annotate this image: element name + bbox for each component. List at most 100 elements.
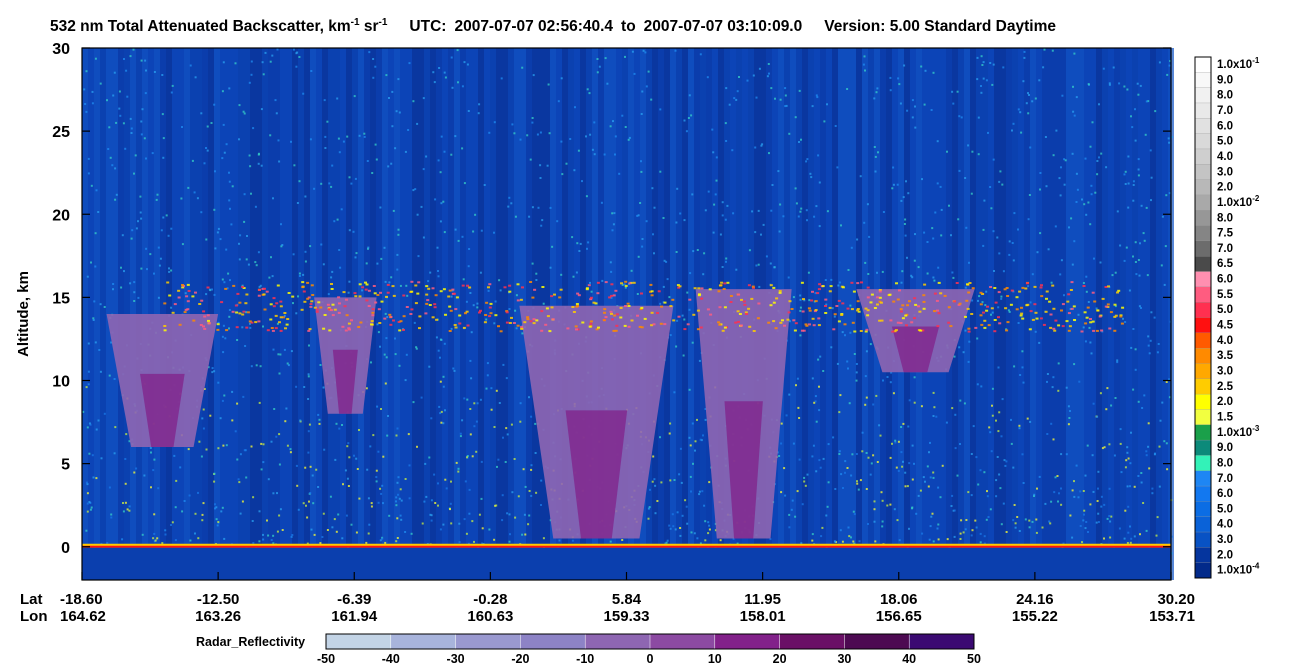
speckle bbox=[322, 263, 325, 266]
speckle bbox=[813, 215, 816, 218]
speckle bbox=[457, 81, 459, 84]
cirrus-pixel bbox=[431, 287, 435, 290]
speckle bbox=[924, 480, 926, 483]
speckle bbox=[1061, 94, 1064, 97]
speckle bbox=[1134, 261, 1137, 263]
speckle bbox=[479, 271, 482, 274]
speckle bbox=[539, 131, 542, 134]
speckle bbox=[707, 532, 710, 535]
cirrus-pixel bbox=[466, 324, 470, 327]
speckle bbox=[1042, 66, 1045, 69]
colorbar-swatch bbox=[1194, 240, 1212, 257]
cirrus-pixel bbox=[1101, 297, 1105, 300]
speckle bbox=[505, 377, 508, 380]
speckle bbox=[679, 527, 682, 529]
speckle bbox=[671, 513, 674, 516]
cirrus-pixel bbox=[307, 329, 311, 332]
speckle bbox=[962, 351, 965, 354]
speckle bbox=[1137, 93, 1140, 96]
speckle bbox=[133, 471, 136, 474]
speckle bbox=[99, 370, 102, 373]
speckle bbox=[146, 268, 148, 271]
speckle bbox=[392, 209, 395, 212]
speckle bbox=[989, 508, 992, 511]
speckle bbox=[1136, 82, 1139, 85]
speckle bbox=[758, 285, 761, 288]
speckle bbox=[811, 533, 814, 536]
speckle bbox=[209, 414, 212, 417]
lon-tick-label: 156.65 bbox=[876, 608, 922, 625]
speckle bbox=[1108, 515, 1111, 517]
speckle bbox=[437, 504, 439, 507]
speckle bbox=[549, 266, 552, 269]
colorbar-label: 7.0 bbox=[1217, 105, 1233, 117]
cirrus-pixel bbox=[270, 327, 274, 329]
speckle bbox=[97, 419, 100, 422]
cirrus-pixel bbox=[276, 284, 280, 287]
cirrus-pixel bbox=[435, 318, 439, 321]
speckle bbox=[170, 524, 172, 526]
speckle bbox=[932, 471, 935, 474]
speckle bbox=[1106, 387, 1109, 390]
cirrus-pixel bbox=[451, 288, 455, 291]
cirrus-pixel bbox=[788, 300, 792, 303]
radar-colorbar-tick: -50 bbox=[317, 652, 335, 666]
speckle bbox=[1132, 184, 1135, 186]
speckle bbox=[1112, 66, 1115, 69]
speckle bbox=[780, 442, 783, 445]
speckle bbox=[422, 236, 425, 239]
speckle bbox=[1124, 509, 1127, 512]
speckle bbox=[940, 208, 943, 211]
speckle bbox=[581, 180, 583, 183]
speckle bbox=[618, 172, 621, 175]
speckle bbox=[844, 471, 846, 474]
speckle bbox=[494, 300, 497, 303]
speckle bbox=[254, 205, 257, 208]
speckle bbox=[1119, 442, 1122, 445]
speckle bbox=[440, 410, 443, 413]
speckle bbox=[1022, 381, 1025, 384]
speckle bbox=[162, 137, 165, 140]
speckle bbox=[936, 182, 939, 185]
speckle bbox=[964, 286, 967, 289]
cirrus-pixel bbox=[275, 302, 279, 305]
speckle bbox=[291, 534, 294, 536]
speckle bbox=[865, 452, 868, 454]
speckle bbox=[948, 204, 950, 207]
speckle bbox=[344, 469, 347, 472]
speckle bbox=[603, 153, 606, 156]
speckle bbox=[524, 533, 527, 536]
speckle bbox=[137, 296, 140, 299]
cirrus-pixel bbox=[1033, 303, 1037, 306]
speckle bbox=[324, 147, 327, 149]
speckle bbox=[466, 63, 469, 66]
speckle bbox=[292, 48, 295, 51]
speckle bbox=[628, 136, 631, 139]
speckle bbox=[522, 468, 525, 471]
speckle bbox=[656, 500, 659, 502]
speckle bbox=[473, 540, 475, 543]
cirrus-pixel bbox=[241, 313, 245, 316]
speckle bbox=[214, 507, 216, 510]
cirrus-pixel bbox=[817, 317, 821, 320]
cirrus-pixel bbox=[206, 286, 210, 289]
cirrus-pixel bbox=[860, 281, 863, 284]
speckle bbox=[859, 479, 862, 482]
cirrus-pixel bbox=[905, 324, 908, 327]
speckle bbox=[85, 70, 88, 73]
speckle bbox=[982, 77, 985, 80]
speckle bbox=[122, 502, 124, 504]
cirrus-pixel bbox=[523, 321, 527, 324]
speckle bbox=[1063, 294, 1065, 297]
cirrus-pixel bbox=[835, 305, 839, 307]
cirrus-pixel bbox=[508, 322, 512, 324]
cirrus-pixel bbox=[979, 303, 983, 306]
speckle bbox=[304, 260, 307, 263]
speckle bbox=[309, 245, 312, 248]
cirrus-pixel bbox=[837, 299, 841, 302]
speckle bbox=[876, 461, 879, 463]
speckle bbox=[849, 304, 852, 307]
speckle bbox=[1132, 199, 1135, 202]
speckle bbox=[350, 182, 353, 185]
speckle bbox=[1059, 194, 1062, 197]
